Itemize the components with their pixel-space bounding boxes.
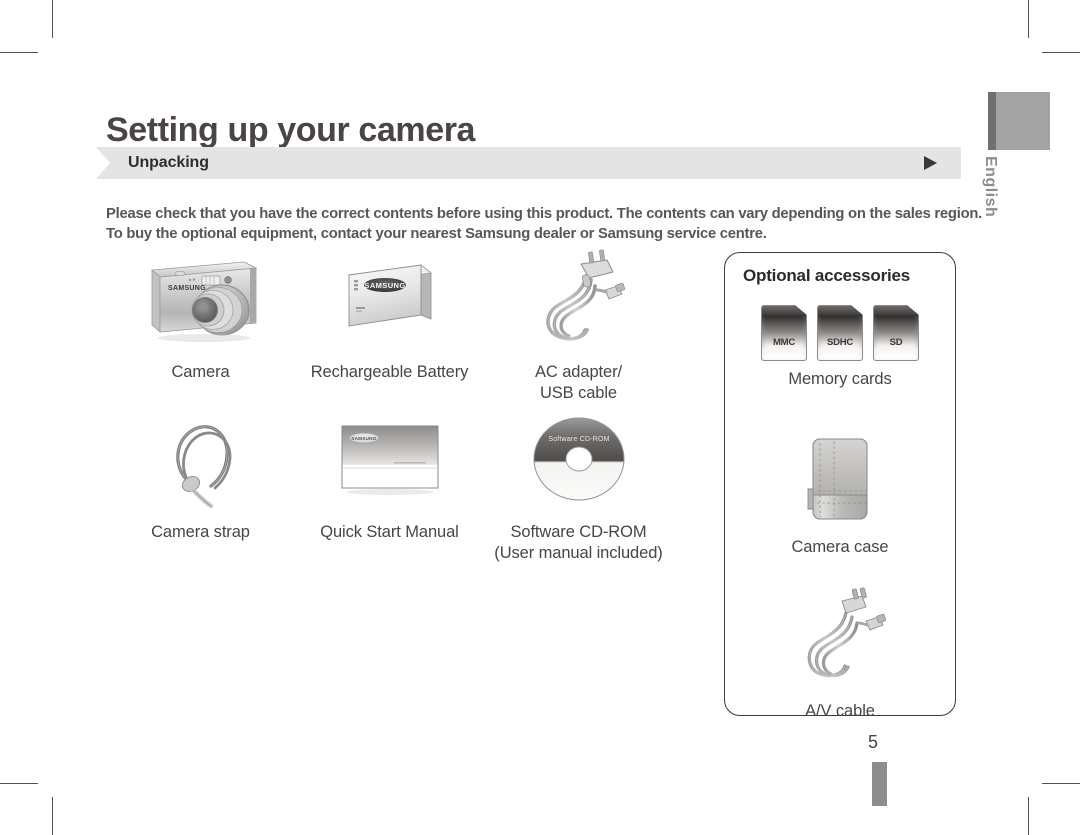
crop-mark-bottom-left-vertical (52, 797, 53, 835)
package-item-label: Rechargeable Battery (310, 363, 469, 381)
package-item-camera: SAMSUNG Camera (106, 244, 295, 404)
language-tab-block (988, 92, 1050, 150)
manual-page: Setting up your camera Unpacking Please … (0, 0, 1080, 835)
page-edge-marker (872, 762, 887, 806)
camera-case-icon (804, 433, 876, 529)
package-item-label: Camera strap (151, 523, 250, 541)
memory-card-label: SDHC (826, 336, 854, 348)
ac-adapter-usb-cable-icon (523, 244, 635, 356)
camera-strap-illustration (175, 425, 231, 509)
camera-icon: SAMSUNG (140, 244, 262, 356)
cd-label-text: Software CD-ROM (548, 436, 609, 443)
triangle-right-icon (924, 156, 937, 170)
package-item-ac-adapter: AC adapter/ USB cable (484, 244, 673, 404)
software-cd-rom-illustration: Software CD-ROM (533, 417, 624, 501)
page-title: Setting up your camera (106, 110, 476, 149)
package-item-label-line-1: Software CD-ROM (510, 523, 647, 541)
crop-mark-bottom-right-horizontal (1042, 783, 1080, 784)
optional-item-label: A/V cable (805, 702, 875, 720)
svg-text:SAMSUNG: SAMSUNG (168, 285, 206, 292)
memory-cards-row: MMC SDHC SD (761, 305, 919, 361)
memory-card-face (877, 309, 915, 357)
crop-mark-top-right-horizontal (1042, 52, 1080, 53)
intro-line-2: To buy the optional equipment, contact y… (106, 225, 767, 242)
package-item-label: Camera (171, 363, 230, 381)
optional-memory-cards-group: MMC SDHC SD Memory cards (725, 305, 955, 389)
page-number: 5 (868, 732, 879, 752)
language-tab-label: English (982, 156, 999, 218)
camera-case-illustration (807, 438, 868, 520)
memory-card-mmc: MMC (761, 305, 807, 361)
crop-mark-bottom-left-horizontal (0, 783, 38, 784)
package-item-label: AC adapter/ USB cable (535, 362, 622, 404)
language-tab-spine (988, 92, 996, 150)
package-item-label: Quick Start Manual (320, 523, 459, 541)
ac-adapter-illustration (545, 249, 625, 341)
package-item-label-line-1: AC adapter/ (535, 363, 622, 381)
intro-paragraph: Please check that you have the correct c… (106, 204, 983, 244)
section-header-label: Unpacking (128, 154, 209, 171)
optional-accessories-title: Optional accessories (743, 266, 911, 285)
optional-item-label: Memory cards (788, 370, 892, 388)
memory-card-sdhc: SDHC (817, 305, 863, 361)
optional-av-cable-group: A/V cable (725, 581, 955, 721)
crop-mark-top-right-vertical (1028, 0, 1029, 38)
package-contents-grid: SAMSUNG Camera SAMSUNG Rechargeable Batt… (106, 244, 706, 564)
crop-mark-bottom-right-vertical (1028, 797, 1029, 835)
svg-text:SAMSUNG: SAMSUNG (364, 281, 405, 290)
memory-card-label: SD (889, 336, 903, 348)
quick-start-manual-illustration: SAMSUNG (341, 425, 438, 495)
quick-start-manual-icon: SAMSUNG (336, 404, 444, 516)
camera-strap-icon (149, 404, 253, 516)
package-item-label-line-2: (User manual included) (494, 544, 663, 562)
svg-text:SAMSUNG: SAMSUNG (351, 436, 377, 441)
software-cd-rom-icon: Software CD-ROM (528, 404, 630, 516)
section-header-bar: Unpacking (96, 147, 961, 179)
optional-accessories-panel: Optional accessories MMC SDHC SD Memory … (724, 252, 956, 720)
optional-camera-case-group: Camera case (725, 433, 955, 557)
package-contents-row-1: SAMSUNG Camera SAMSUNG Rechargeable Batt… (106, 244, 706, 404)
intro-line-1: Please check that you have the correct c… (106, 205, 983, 222)
package-item-camera-strap: Camera strap (106, 404, 295, 564)
package-contents-row-2: Camera strap SAMSUNG Quick Start Manual … (106, 404, 706, 564)
package-item-quick-start-manual: SAMSUNG Quick Start Manual (295, 404, 484, 564)
package-item-label-line-2: USB cable (539, 384, 618, 402)
package-item-software-cd: Software CD-ROM Software CD-ROM (User ma… (484, 404, 673, 564)
optional-item-label: Camera case (791, 538, 889, 556)
memory-card-face (821, 309, 859, 357)
package-item-battery: SAMSUNG Rechargeable Battery (295, 244, 484, 404)
crop-mark-top-left-horizontal (0, 52, 38, 53)
memory-card-sd: SD (873, 305, 919, 361)
memory-card-face (765, 309, 803, 357)
av-cable-icon (790, 581, 890, 693)
memory-card-label: MMC (772, 336, 796, 348)
battery-icon: SAMSUNG (335, 244, 445, 356)
crop-mark-top-left-vertical (52, 0, 53, 38)
section-header-background (96, 147, 961, 179)
av-cable-illustration (807, 587, 887, 678)
package-item-label: Software CD-ROM (User manual included) (494, 522, 662, 564)
battery-illustration: SAMSUNG (347, 264, 432, 327)
camera-illustration: SAMSUNG (150, 261, 257, 342)
